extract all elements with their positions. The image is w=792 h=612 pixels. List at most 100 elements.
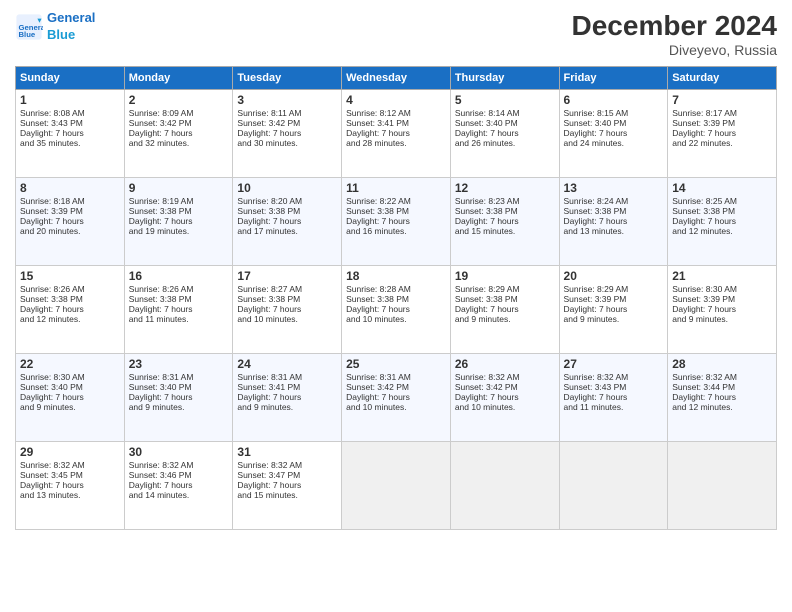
day-number: 27	[564, 357, 664, 371]
day-info-line: Sunrise: 8:29 AM	[455, 284, 555, 294]
day-number: 20	[564, 269, 664, 283]
day-info-line: and 30 minutes.	[237, 138, 337, 148]
day-info-line: and 14 minutes.	[129, 490, 229, 500]
calendar-cell: 1Sunrise: 8:08 AMSunset: 3:43 PMDaylight…	[16, 90, 125, 178]
calendar-cell: 3Sunrise: 8:11 AMSunset: 3:42 PMDaylight…	[233, 90, 342, 178]
day-info-line: Sunrise: 8:32 AM	[672, 372, 772, 382]
day-number: 18	[346, 269, 446, 283]
day-info-line: Sunrise: 8:12 AM	[346, 108, 446, 118]
col-header-monday: Monday	[124, 67, 233, 90]
day-info-line: Sunrise: 8:14 AM	[455, 108, 555, 118]
day-info-line: Daylight: 7 hours	[237, 216, 337, 226]
day-info-line: Sunrise: 8:11 AM	[237, 108, 337, 118]
day-number: 17	[237, 269, 337, 283]
day-info-line: Daylight: 7 hours	[20, 216, 120, 226]
col-header-friday: Friday	[559, 67, 668, 90]
day-number: 13	[564, 181, 664, 195]
calendar-cell: 20Sunrise: 8:29 AMSunset: 3:39 PMDayligh…	[559, 266, 668, 354]
day-info-line: Sunset: 3:39 PM	[672, 118, 772, 128]
day-info-line: Sunrise: 8:17 AM	[672, 108, 772, 118]
day-info-line: Sunrise: 8:32 AM	[455, 372, 555, 382]
day-number: 29	[20, 445, 120, 459]
header: General Blue GeneralBlue December 2024 D…	[15, 10, 777, 58]
day-info-line: Sunrise: 8:31 AM	[237, 372, 337, 382]
day-info-line: Daylight: 7 hours	[564, 304, 664, 314]
day-info-line: and 20 minutes.	[20, 226, 120, 236]
day-info-line: Sunrise: 8:26 AM	[20, 284, 120, 294]
day-info-line: Sunset: 3:38 PM	[20, 294, 120, 304]
logo: General Blue GeneralBlue	[15, 10, 95, 44]
day-number: 6	[564, 93, 664, 107]
day-info-line: and 19 minutes.	[129, 226, 229, 236]
day-info-line: Sunset: 3:43 PM	[20, 118, 120, 128]
location-subtitle: Diveyevo, Russia	[572, 42, 777, 58]
day-info-line: and 9 minutes.	[564, 314, 664, 324]
day-number: 8	[20, 181, 120, 195]
day-number: 23	[129, 357, 229, 371]
logo-text: GeneralBlue	[47, 10, 95, 44]
calendar-cell: 8Sunrise: 8:18 AMSunset: 3:39 PMDaylight…	[16, 178, 125, 266]
calendar-cell: 19Sunrise: 8:29 AMSunset: 3:38 PMDayligh…	[450, 266, 559, 354]
day-info-line: and 26 minutes.	[455, 138, 555, 148]
day-info-line: and 16 minutes.	[346, 226, 446, 236]
day-info-line: Daylight: 7 hours	[672, 392, 772, 402]
day-number: 4	[346, 93, 446, 107]
calendar-cell: 17Sunrise: 8:27 AMSunset: 3:38 PMDayligh…	[233, 266, 342, 354]
day-info-line: and 28 minutes.	[346, 138, 446, 148]
day-info-line: Sunrise: 8:09 AM	[129, 108, 229, 118]
day-info-line: Sunset: 3:39 PM	[564, 294, 664, 304]
day-info-line: and 10 minutes.	[346, 402, 446, 412]
day-number: 2	[129, 93, 229, 107]
calendar-cell	[342, 442, 451, 530]
day-info-line: and 13 minutes.	[564, 226, 664, 236]
day-info-line: Daylight: 7 hours	[20, 392, 120, 402]
day-number: 24	[237, 357, 337, 371]
col-header-saturday: Saturday	[668, 67, 777, 90]
day-number: 26	[455, 357, 555, 371]
day-info-line: Sunset: 3:44 PM	[672, 382, 772, 392]
day-info-line: and 12 minutes.	[20, 314, 120, 324]
day-info-line: Sunset: 3:46 PM	[129, 470, 229, 480]
day-info-line: Sunset: 3:38 PM	[237, 206, 337, 216]
calendar-cell: 7Sunrise: 8:17 AMSunset: 3:39 PMDaylight…	[668, 90, 777, 178]
day-info-line: Sunset: 3:39 PM	[20, 206, 120, 216]
day-info-line: and 10 minutes.	[237, 314, 337, 324]
calendar-cell: 23Sunrise: 8:31 AMSunset: 3:40 PMDayligh…	[124, 354, 233, 442]
day-info-line: and 32 minutes.	[129, 138, 229, 148]
day-number: 22	[20, 357, 120, 371]
calendar-cell: 28Sunrise: 8:32 AMSunset: 3:44 PMDayligh…	[668, 354, 777, 442]
day-info-line: Sunset: 3:38 PM	[129, 206, 229, 216]
day-info-line: and 9 minutes.	[20, 402, 120, 412]
day-number: 31	[237, 445, 337, 459]
day-info-line: Daylight: 7 hours	[672, 304, 772, 314]
day-number: 5	[455, 93, 555, 107]
day-number: 21	[672, 269, 772, 283]
day-info-line: Sunset: 3:42 PM	[455, 382, 555, 392]
day-info-line: Sunrise: 8:20 AM	[237, 196, 337, 206]
day-info-line: Sunrise: 8:32 AM	[129, 460, 229, 470]
day-info-line: Sunset: 3:40 PM	[129, 382, 229, 392]
calendar-table: SundayMondayTuesdayWednesdayThursdayFrid…	[15, 66, 777, 530]
day-info-line: Sunrise: 8:31 AM	[346, 372, 446, 382]
day-info-line: Daylight: 7 hours	[455, 216, 555, 226]
calendar-cell: 15Sunrise: 8:26 AMSunset: 3:38 PMDayligh…	[16, 266, 125, 354]
day-info-line: Daylight: 7 hours	[129, 216, 229, 226]
day-info-line: Sunrise: 8:08 AM	[20, 108, 120, 118]
day-info-line: Sunset: 3:38 PM	[455, 294, 555, 304]
day-info-line: and 13 minutes.	[20, 490, 120, 500]
calendar-cell	[559, 442, 668, 530]
col-header-sunday: Sunday	[16, 67, 125, 90]
day-info-line: Sunrise: 8:29 AM	[564, 284, 664, 294]
calendar-cell: 11Sunrise: 8:22 AMSunset: 3:38 PMDayligh…	[342, 178, 451, 266]
day-info-line: Daylight: 7 hours	[564, 216, 664, 226]
day-info-line: Daylight: 7 hours	[346, 216, 446, 226]
calendar-cell: 25Sunrise: 8:31 AMSunset: 3:42 PMDayligh…	[342, 354, 451, 442]
day-info-line: and 9 minutes.	[129, 402, 229, 412]
day-number: 12	[455, 181, 555, 195]
day-info-line: Sunset: 3:38 PM	[455, 206, 555, 216]
calendar-cell: 4Sunrise: 8:12 AMSunset: 3:41 PMDaylight…	[342, 90, 451, 178]
day-info-line: and 35 minutes.	[20, 138, 120, 148]
day-info-line: and 11 minutes.	[129, 314, 229, 324]
calendar-cell: 31Sunrise: 8:32 AMSunset: 3:47 PMDayligh…	[233, 442, 342, 530]
day-info-line: Daylight: 7 hours	[129, 392, 229, 402]
